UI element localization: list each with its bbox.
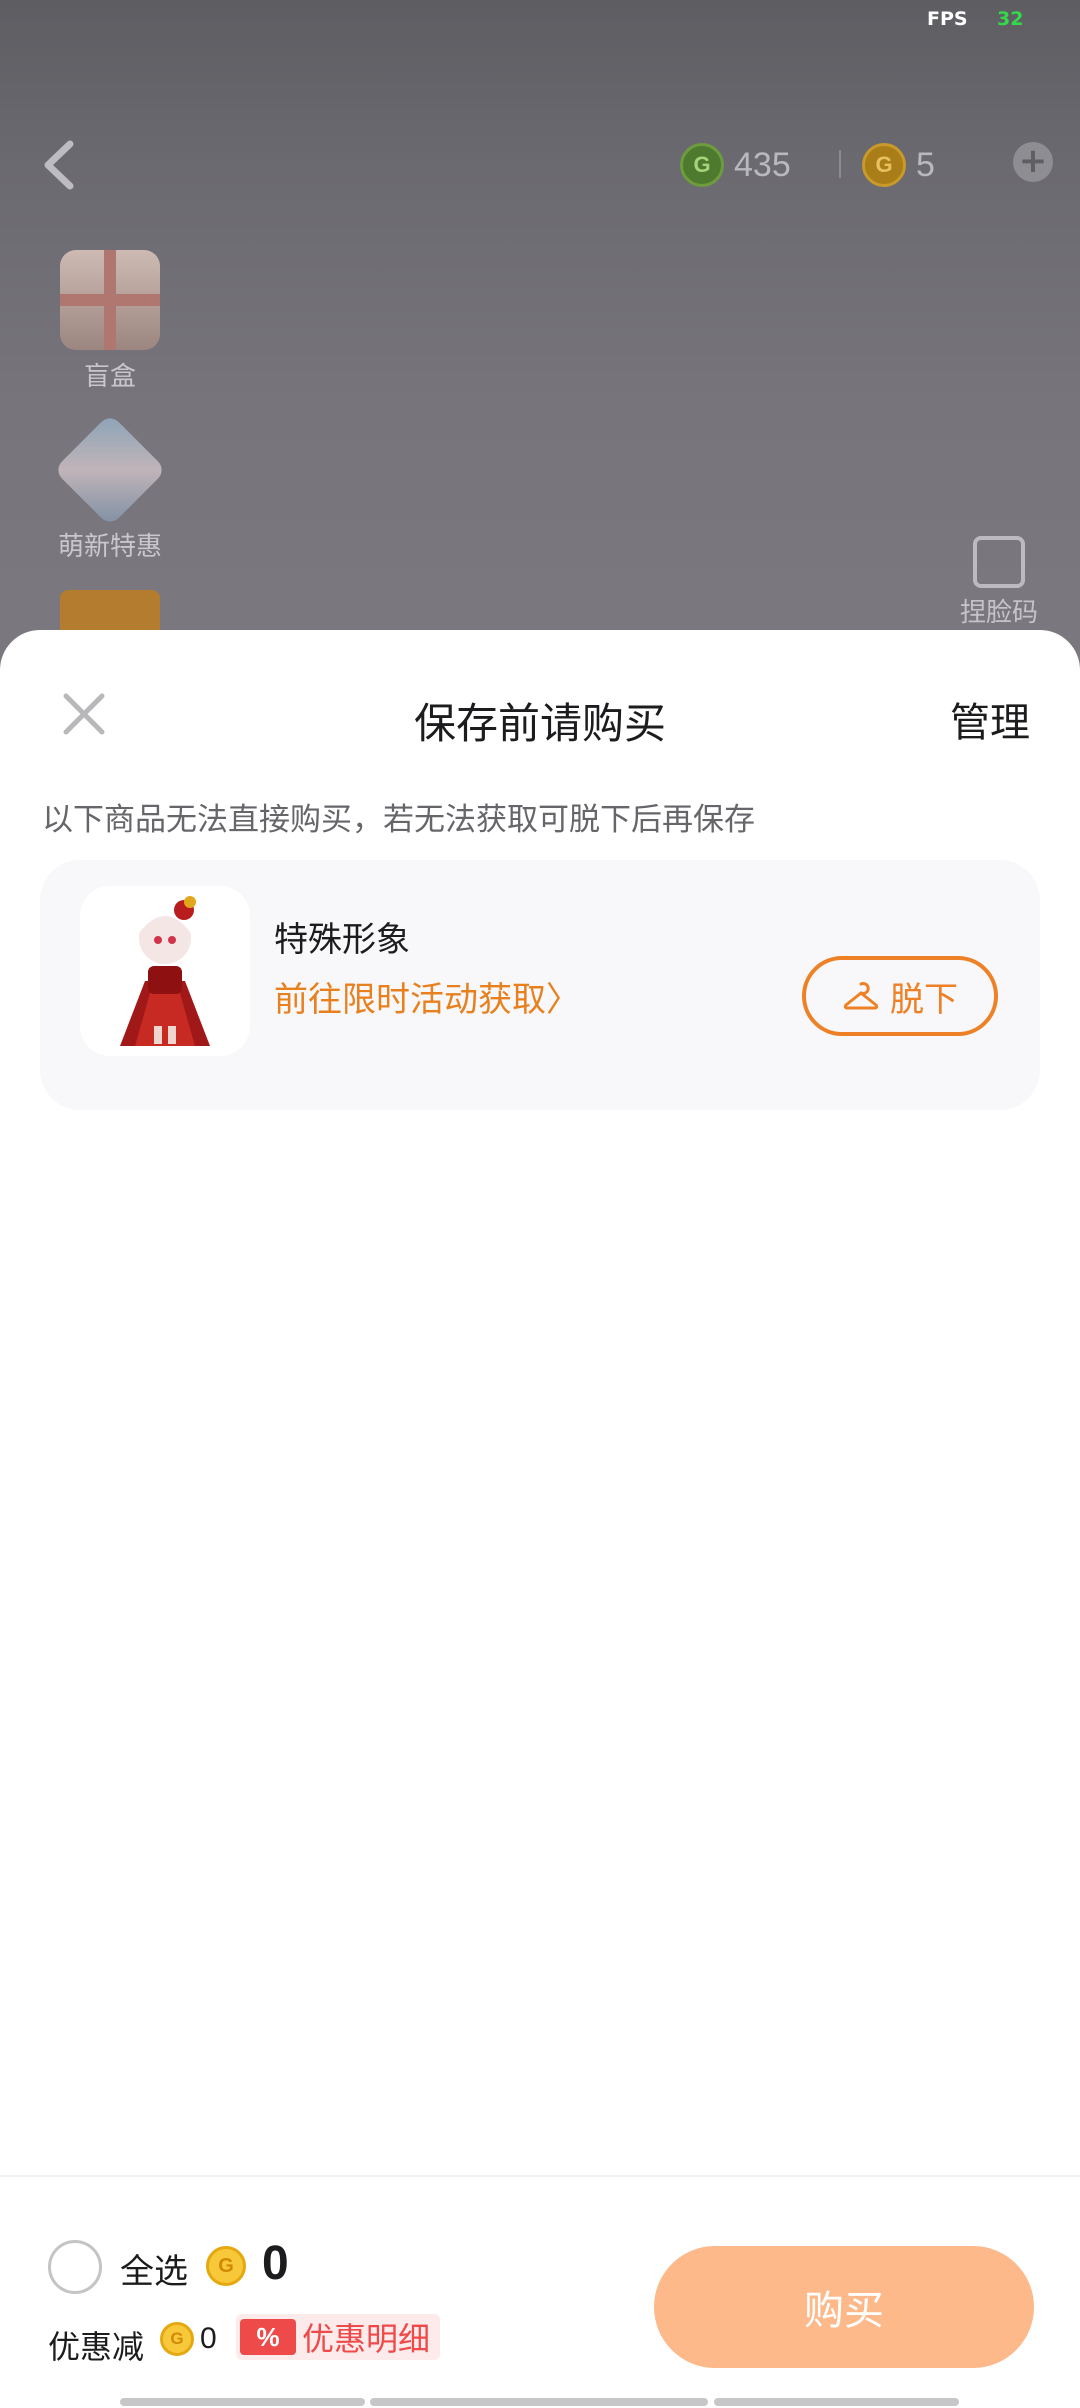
gift-box-icon	[60, 250, 160, 350]
currency-divider	[839, 150, 841, 178]
take-off-button[interactable]: 脱下	[802, 956, 998, 1036]
select-all-label[interactable]: 全选	[120, 2244, 188, 2293]
footer-divider	[0, 2175, 1080, 2177]
face-code-button[interactable]: 捏脸码	[960, 536, 1038, 629]
back-chevron-icon[interactable]	[40, 140, 80, 190]
item-thumbnail[interactable]	[80, 886, 250, 1056]
game-background: FPS 32 G 435 G 5 + 盲盒 萌新特惠 捏脸码	[0, 0, 1080, 680]
gold-coin-balance: G 5	[862, 140, 935, 190]
hanger-icon	[843, 982, 879, 1010]
side-item-label: 萌新特惠	[57, 532, 162, 562]
g-coin-icon: G	[160, 2322, 194, 2356]
gold-coin-value: 5	[916, 145, 935, 184]
newbie-offer-icon	[53, 413, 167, 527]
hint-text: 以下商品无法直接购买，若无法获取可脱下后再保存	[42, 802, 755, 838]
sheet-title: 保存前请购买	[413, 699, 666, 748]
discount-label: 优惠减	[48, 2328, 145, 2366]
side-item-partial-icon	[60, 590, 160, 630]
buy-button[interactable]: 购买	[654, 2246, 1034, 2368]
fps-label: FPS	[927, 8, 968, 30]
face-code-label: 捏脸码	[960, 598, 1039, 628]
take-off-label: 脱下	[890, 979, 958, 1020]
discount-detail-label: 优惠明细	[302, 2320, 431, 2358]
green-coin-value: 435	[734, 145, 791, 184]
event-link[interactable]: 前往限时活动获取〉	[274, 972, 580, 1021]
total-coin-wrap: G	[206, 2246, 246, 2286]
discount-value: 0	[200, 2322, 217, 2355]
nav-indicator	[714, 2398, 959, 2406]
manage-button[interactable]: 管理	[950, 690, 1030, 748]
add-currency-button[interactable]: +	[1013, 142, 1053, 182]
percent-badge-icon: %	[240, 2319, 296, 2355]
fps-value: 32	[997, 8, 1024, 30]
edit-face-icon	[973, 536, 1025, 588]
side-item-blind-box[interactable]: 盲盒	[40, 250, 180, 393]
g-coin-gold-icon: G	[862, 143, 906, 187]
total-value: 0	[262, 2237, 289, 2290]
list-item: 特殊形象 前往限时活动获取〉 脱下	[40, 860, 1040, 1110]
character-image	[120, 896, 210, 1046]
discount-coin-wrap: G	[160, 2322, 194, 2356]
item-name: 特殊形象	[274, 920, 410, 960]
select-all-checkbox[interactable]	[48, 2240, 102, 2294]
side-item-label: 盲盒	[83, 362, 136, 392]
discount-detail-button[interactable]: % 优惠明细	[236, 2314, 441, 2360]
green-coin-balance: G 435	[680, 140, 791, 190]
nav-indicator	[120, 2398, 365, 2406]
g-coin-icon: G	[206, 2246, 246, 2286]
g-coin-green-icon: G	[680, 143, 724, 187]
purchase-sheet: 保存前请购买 管理 以下商品无法直接购买，若无法获取可脱下后再保存 特殊形象 前…	[0, 630, 1080, 2408]
side-item-newbie-offer[interactable]: 萌新特惠	[40, 413, 180, 563]
nav-indicator	[370, 2398, 708, 2406]
